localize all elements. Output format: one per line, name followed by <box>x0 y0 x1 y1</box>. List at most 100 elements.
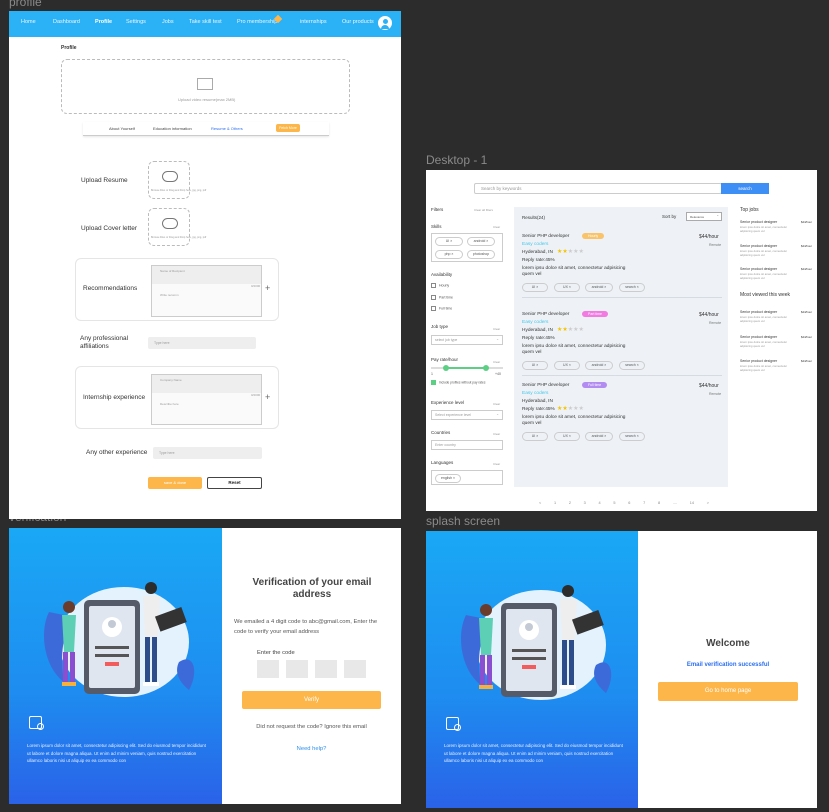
video-upload-area[interactable]: Upload video resume(max 2MB) <box>61 59 350 114</box>
slider-handle-min[interactable] <box>443 365 449 371</box>
country-input[interactable]: Enter country <box>431 440 503 450</box>
language-tag[interactable]: english × <box>435 474 461 483</box>
page-link[interactable]: 8 <box>658 501 660 505</box>
side-job-desc: lorem ipsu dolce sit amet, connectetur a… <box>740 225 788 233</box>
viewed-job-item[interactable]: Senior product designer $44/hour lorem ip… <box>740 310 812 323</box>
skill-tag[interactable]: php × <box>435 250 463 259</box>
pay-slider-track[interactable] <box>431 365 503 371</box>
skill-pill[interactable]: UX × <box>554 361 580 370</box>
include-no-rate-checkbox[interactable]: Include profiles without pay rates <box>431 380 485 385</box>
full-time-checkbox[interactable]: Full time <box>431 306 452 311</box>
nav-home[interactable]: Home <box>21 19 36 25</box>
clear-link[interactable]: Clear <box>493 402 500 406</box>
cover-upload-box[interactable]: Browse Files or Drag and Drop here, jpg,… <box>148 208 206 246</box>
tab-education[interactable]: Education information <box>153 126 192 131</box>
skill-pill[interactable]: UX × <box>554 283 580 292</box>
languages-box[interactable]: english × <box>431 470 503 485</box>
recipient-name-field[interactable]: Name of Recipient <box>152 266 261 284</box>
avatar-icon[interactable] <box>378 16 392 30</box>
page-link[interactable]: 3 <box>584 501 586 505</box>
viewed-job-item[interactable]: Senior product designer $44/hour lorem ip… <box>740 335 812 348</box>
resume-upload-box[interactable]: Browse Files or Drag and Drop here, jpg,… <box>148 161 206 199</box>
top-job-item[interactable]: Senior product designer $44/hour lorem ip… <box>740 220 812 233</box>
go-home-button[interactable]: Go to home page <box>658 682 798 701</box>
hourly-checkbox[interactable]: Hourly <box>431 283 449 288</box>
need-help-link[interactable]: Need help? <box>242 746 381 752</box>
clear-link[interactable]: Clear <box>493 462 500 466</box>
slider-handle-max[interactable] <box>483 365 489 371</box>
page-link[interactable]: 14 <box>690 501 694 505</box>
code-digit-input[interactable] <box>257 660 279 678</box>
skill-pill[interactable]: android × <box>585 283 613 292</box>
recommendation-input[interactable]: Name of Recipient 0/2000 Write recomm <box>151 265 262 317</box>
page-link[interactable]: 4 <box>599 501 601 505</box>
search-button[interactable]: search <box>721 183 769 194</box>
add-icon[interactable]: + <box>265 392 270 402</box>
job-card[interactable]: Senior PHP developer Hourly Easy coders … <box>522 232 722 298</box>
skill-pill[interactable]: UI × <box>522 283 548 292</box>
add-icon[interactable]: + <box>265 283 270 293</box>
page-link[interactable]: 6 <box>628 501 630 505</box>
nav-pro-membership[interactable]: Pro membership <box>237 19 277 25</box>
verify-button[interactable]: Verify <box>242 691 381 709</box>
skills-box[interactable]: UI × android × php × photoshop <box>431 233 503 262</box>
skill-pill[interactable]: search × <box>619 361 645 370</box>
sort-select[interactable]: Relevance ⌄ <box>686 212 722 221</box>
clear-all-link[interactable]: Clear all filters <box>474 208 493 212</box>
company-name[interactable]: Easy coders <box>522 320 548 325</box>
part-time-checkbox[interactable]: Part time <box>431 295 453 300</box>
top-job-item[interactable]: Senior product designer $44/hour lorem ip… <box>740 267 812 280</box>
tab-resume-others[interactable]: Resume & Others <box>211 126 243 131</box>
page-link[interactable]: 5 <box>613 501 615 505</box>
clear-link[interactable]: Clear <box>493 432 500 436</box>
skill-tag[interactable]: android × <box>467 237 495 246</box>
skill-pill[interactable]: search × <box>619 283 645 292</box>
company-name[interactable]: Easy coders <box>522 391 548 396</box>
skill-pill[interactable]: android × <box>585 361 613 370</box>
tab-about[interactable]: About Yourself <box>109 126 135 131</box>
code-digit-input[interactable] <box>315 660 337 678</box>
company-field[interactable]: Company Name <box>152 375 261 393</box>
nav-internships[interactable]: internships <box>300 19 327 25</box>
skill-pill[interactable]: UI × <box>522 432 548 441</box>
clear-link[interactable]: Clear <box>493 225 500 229</box>
describe-field[interactable]: Describe here <box>160 402 179 406</box>
skill-tag[interactable]: photoshop <box>467 250 495 259</box>
search-input[interactable]: Search by keywords <box>474 183 722 194</box>
fetch-more-button[interactable]: Fetch More <box>276 124 300 132</box>
job-card[interactable]: Senior PHP developer Part time Easy code… <box>522 310 722 376</box>
page-ellipsis: .... <box>672 501 678 505</box>
code-digit-input[interactable] <box>286 660 308 678</box>
internship-input[interactable]: Company Name 0/2000 Describe here <box>151 374 262 425</box>
skill-pill[interactable]: UX × <box>554 432 580 441</box>
skill-pill[interactable]: android × <box>585 432 613 441</box>
nav-dashboard[interactable]: Dashboard <box>53 19 80 25</box>
page-prev[interactable]: < <box>539 501 541 505</box>
nav-skill-test[interactable]: Take skill test <box>189 19 222 25</box>
skill-pill[interactable]: UI × <box>522 361 548 370</box>
nav-settings[interactable]: Settings <box>126 19 146 25</box>
skill-tag[interactable]: UI × <box>435 237 463 246</box>
page-next[interactable]: > <box>707 501 709 505</box>
job-card[interactable]: Senior PHP developer Full time Easy code… <box>522 381 722 447</box>
nav-profile[interactable]: Profile <box>95 19 112 25</box>
company-name[interactable]: Easy coders <box>522 242 548 247</box>
clear-link[interactable]: Clear <box>493 360 500 364</box>
nav-our-products[interactable]: Our products <box>342 19 374 25</box>
page-link[interactable]: 7 <box>643 501 645 505</box>
other-experience-input[interactable]: Type here <box>153 447 262 459</box>
affiliations-input[interactable]: Type here <box>148 337 256 349</box>
nav-jobs[interactable]: Jobs <box>162 19 174 25</box>
recommendation-text[interactable]: Write recomm <box>160 293 179 297</box>
code-digit-input[interactable] <box>344 660 366 678</box>
clear-link[interactable]: Clear <box>493 327 500 331</box>
reset-button[interactable]: Reset <box>207 477 262 489</box>
save-button[interactable]: save & done <box>148 477 202 489</box>
skill-pill[interactable]: search × <box>619 432 645 441</box>
page-link[interactable]: 2 <box>569 501 571 505</box>
viewed-job-item[interactable]: Senior product designer $44/hour lorem ip… <box>740 359 812 372</box>
top-job-item[interactable]: Senior product designer $44/hour lorem ip… <box>740 244 812 257</box>
page-link[interactable]: 1 <box>554 501 556 505</box>
experience-select[interactable]: Select experience level ⌄ <box>431 410 503 420</box>
job-type-select[interactable]: select job type ⌄ <box>431 335 503 345</box>
